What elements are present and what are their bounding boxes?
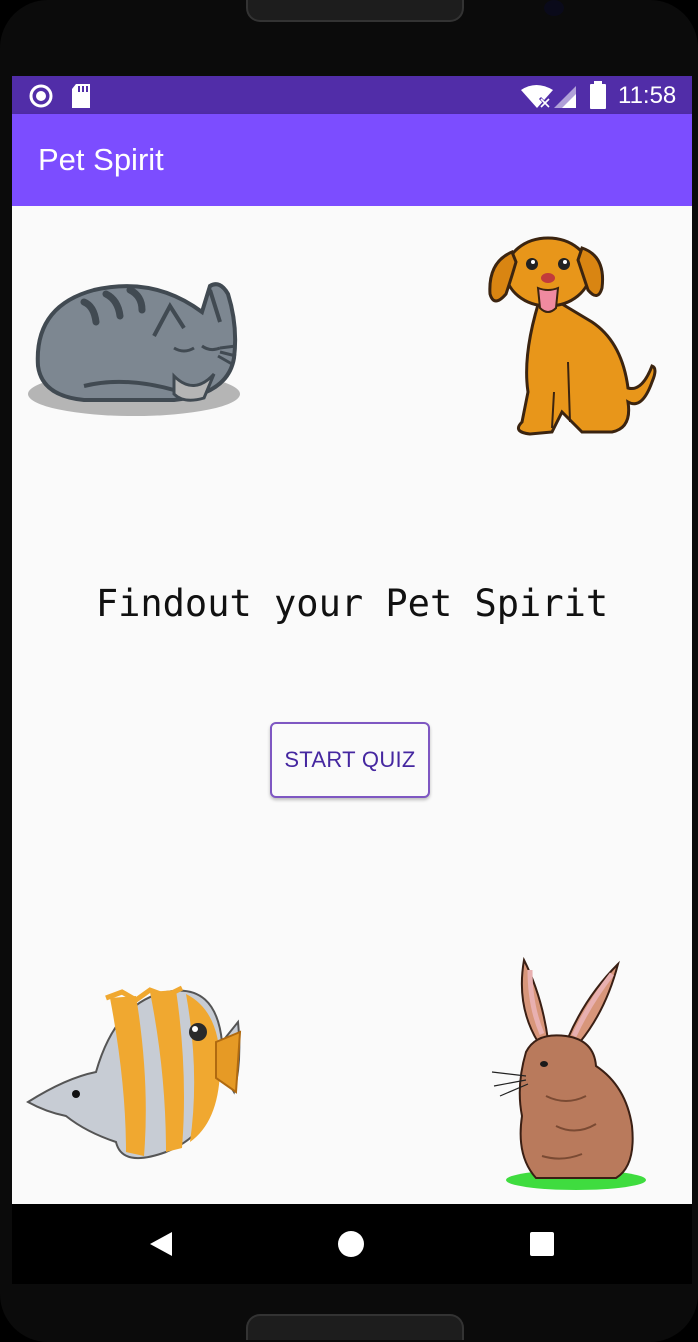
headline: Findout your Pet Spirit (95, 582, 609, 625)
front-camera (544, 0, 564, 16)
start-quiz-button[interactable]: START QUIZ (270, 722, 430, 798)
app-title: Pet Spirit (38, 142, 164, 177)
wifi-off-icon (521, 85, 553, 108)
status-time: 11:58 (618, 82, 677, 109)
fish-image (26, 985, 242, 1159)
status-bar: 11:58 (12, 76, 692, 114)
bottom-speaker (246, 1314, 464, 1340)
back-icon[interactable] (148, 1230, 174, 1258)
rabbit-image (491, 956, 646, 1190)
signal-icon (554, 86, 576, 108)
app-bar: Pet Spirit (12, 114, 692, 206)
device-screen: 11:58 Pet Spirit Findout your Pet Spirit… (12, 76, 692, 1284)
main-content: Findout your Pet Spirit START QUIZ (12, 206, 692, 1204)
dog-image (488, 236, 657, 436)
battery-icon (590, 81, 606, 109)
sd-card-icon (72, 84, 90, 108)
recents-icon[interactable] (530, 1232, 554, 1256)
circle-icon (29, 84, 53, 108)
home-icon[interactable] (337, 1230, 365, 1258)
cat-image (28, 282, 240, 416)
top-speaker (246, 0, 464, 22)
navigation-bar (12, 1204, 692, 1284)
